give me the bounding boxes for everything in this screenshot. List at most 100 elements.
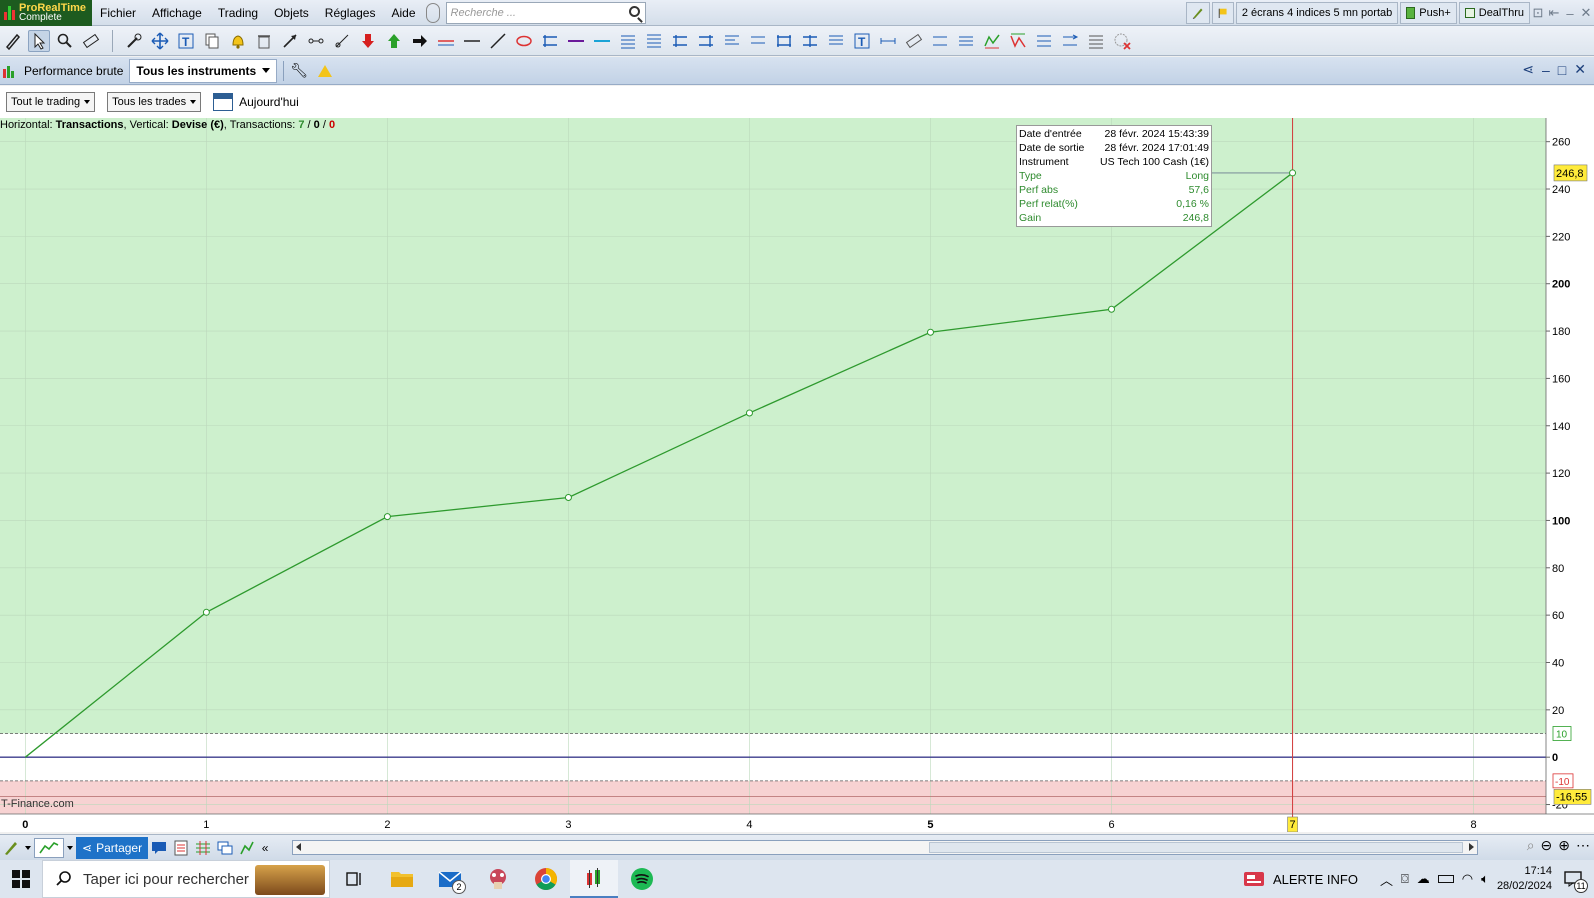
indicator-icon[interactable] (236, 838, 258, 858)
regression-icon[interactable] (747, 30, 769, 52)
spotify-icon[interactable] (618, 860, 666, 898)
ellipse-icon[interactable] (513, 30, 535, 52)
menu-objets[interactable]: Objets (266, 0, 317, 26)
chart-canvas[interactable]: 260240220200180160140120100806040200-200… (0, 118, 1594, 832)
channel-icon[interactable] (539, 30, 561, 52)
arrow-down-red-icon[interactable] (357, 30, 379, 52)
elliott-icon[interactable] (1007, 30, 1029, 52)
date-range-button[interactable]: Aujourd'hui (213, 93, 299, 111)
scroll-right-icon[interactable] (1469, 843, 1474, 851)
chart-type-icon[interactable] (34, 837, 64, 858)
wrench-icon[interactable]: 🔧︎ (290, 62, 308, 79)
gann-icon[interactable] (695, 30, 717, 52)
share-network-icon[interactable]: ⋖ (1522, 61, 1534, 78)
ruler-measure-icon[interactable] (903, 30, 925, 52)
menu-affichage[interactable]: Affichage (144, 0, 210, 26)
link-icon[interactable] (425, 2, 440, 23)
ruler-icon[interactable] (80, 30, 102, 52)
file-explorer-icon[interactable] (378, 860, 426, 898)
purple-line-icon[interactable] (565, 30, 587, 52)
fan-icon[interactable] (643, 30, 665, 52)
zoom-out-icon[interactable]: ⊖ (1541, 837, 1553, 854)
search-icon[interactable] (628, 5, 640, 17)
tools-icon[interactable] (123, 30, 145, 52)
label-icon[interactable]: T (851, 30, 873, 52)
news-alert-widget[interactable]: ALERTE INFO (1243, 870, 1358, 888)
trendline-arrow-icon[interactable] (279, 30, 301, 52)
battery-icon[interactable] (1437, 875, 1454, 883)
mail-icon[interactable]: 2 (426, 860, 474, 898)
diagonal-line-icon[interactable] (487, 30, 509, 52)
wifi-icon[interactable]: ◠ (1462, 871, 1473, 887)
zoom-in-icon[interactable]: ⊕ (1558, 837, 1570, 854)
grid-icon[interactable] (192, 838, 214, 858)
volume-icon[interactable]: 🔈︎ (1481, 871, 1489, 887)
window-minimize-icon[interactable]: – (1542, 62, 1550, 78)
zoom-icon[interactable] (54, 30, 76, 52)
menu-reglages[interactable]: Réglages (317, 0, 384, 26)
search-input[interactable]: Recherche ... (445, 1, 646, 24)
taskbar-search-input[interactable]: Taper ici pour rechercher (42, 860, 330, 898)
trading-scope-dropdown[interactable]: Tout le trading (6, 92, 96, 112)
window-close-icon[interactable]: ✕ (1574, 61, 1586, 78)
pointer-icon[interactable] (28, 29, 50, 52)
scroll-left-icon[interactable] (296, 843, 301, 851)
report-icon[interactable] (170, 838, 192, 858)
push-plus-button[interactable]: Push+ (1400, 2, 1457, 24)
pin-icon[interactable]: ⇤ (1546, 5, 1562, 21)
text-tool-icon[interactable]: T (175, 30, 197, 52)
copy-icon[interactable] (201, 30, 223, 52)
horizontal-scrollbar[interactable] (292, 840, 1478, 855)
chevron-up-icon[interactable]: ︿ (1380, 870, 1393, 889)
window-maximize-icon[interactable]: □ (1558, 62, 1566, 78)
fibonacci-icon[interactable] (617, 30, 639, 52)
pen-tool-icon[interactable] (0, 838, 22, 858)
share-button[interactable]: ⋖ Partager (76, 836, 149, 859)
minimize-icon[interactable]: – (1562, 6, 1578, 21)
prorealtime-taskbar-icon[interactable] (570, 860, 618, 898)
flag-icon[interactable] (1211, 2, 1234, 24)
performance-chart[interactable]: 260 240 220 200 180 160 140 120 100 80 60 40 20 0 -20 0… (0, 118, 1594, 832)
system-clock[interactable]: 17:14 28/02/2024 (1497, 864, 1552, 894)
menu-aide[interactable]: Aide (383, 0, 423, 26)
grid-tool-icon[interactable] (1085, 30, 1107, 52)
parallel-icon[interactable] (1059, 30, 1081, 52)
trades-scope-dropdown[interactable]: Tous les trades (107, 92, 202, 112)
onedrive-cloud-icon[interactable]: ☁︎ (1417, 871, 1430, 887)
perf-tab[interactable]: Performance brute (0, 57, 129, 85)
workspace-selector[interactable]: 2 écrans 4 indices 5 mn portab (1235, 2, 1399, 24)
task-view-icon[interactable] (330, 860, 378, 898)
rectangle-icon[interactable] (773, 30, 795, 52)
windows-start-button[interactable] (0, 860, 42, 898)
menu-fichier[interactable]: Fichier (92, 0, 144, 26)
segment-icon[interactable] (305, 30, 327, 52)
chevron-down-icon[interactable] (64, 838, 76, 858)
measure-icon[interactable] (877, 30, 899, 52)
wave-icon[interactable] (981, 30, 1003, 52)
detach-icon[interactable]: ⊡ (1530, 5, 1546, 21)
arrow-right-icon[interactable] (409, 30, 431, 52)
camera-icon[interactable]: ⌼ (1401, 871, 1409, 887)
more-options-icon[interactable]: ⋯ (1576, 837, 1590, 854)
cycle-icon[interactable] (721, 30, 743, 52)
notification-center-button[interactable]: 11 (1560, 866, 1588, 893)
clear-drawings-icon[interactable] (1111, 30, 1133, 52)
speed-lines-icon[interactable] (955, 30, 977, 52)
warning-icon[interactable] (317, 64, 332, 77)
arrow-up-green-icon[interactable] (383, 30, 405, 52)
game-app-icon[interactable] (474, 860, 522, 898)
chevron-down-icon[interactable] (22, 838, 34, 858)
horizontal-level-icon[interactable] (435, 30, 457, 52)
pen-tool-icon[interactable] (1185, 2, 1210, 24)
andrews-icon[interactable] (929, 30, 951, 52)
windows-icon[interactable] (214, 838, 236, 858)
time-zone-icon[interactable] (1033, 30, 1055, 52)
scroll-thumb[interactable] (929, 842, 1463, 853)
instrument-selector[interactable]: Tous les instruments (129, 58, 278, 83)
pencil-icon[interactable] (2, 30, 24, 52)
horizontal-line-icon[interactable] (461, 30, 483, 52)
trash-icon[interactable] (253, 30, 275, 52)
dealthru-button[interactable]: DealThru (1458, 2, 1530, 24)
collapse-left-icon[interactable]: « (258, 838, 272, 858)
ray-icon[interactable] (331, 30, 353, 52)
